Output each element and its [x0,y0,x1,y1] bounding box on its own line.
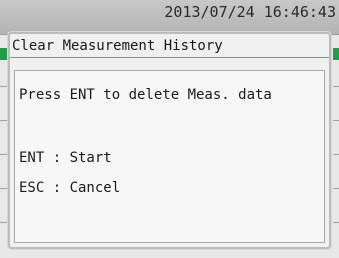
device-screen: 2013/07/24 16:46:43 Clear Measurement Hi… [0,0,339,258]
background-divider [333,154,339,155]
status-bar: 2013/07/24 16:46:43 [0,0,339,35]
background-accent-right [333,48,339,60]
ent-start-instruction: ENT : Start [19,150,112,166]
dialog-content-panel: Press ENT to delete Meas. data ENT : Sta… [14,70,325,243]
background-accent-left [0,48,8,60]
esc-cancel-instruction: ESC : Cancel [19,180,121,196]
background-divider [333,188,339,189]
background-divider [333,120,339,121]
delete-prompt-text: Press ENT to delete Meas. data [19,87,272,103]
title-divider [10,57,329,58]
background-divider [333,222,339,223]
dialog-title: Clear Measurement History [12,38,223,54]
background-divider [333,86,339,87]
datetime-display: 2013/07/24 16:46:43 [164,3,336,21]
clear-history-dialog: Clear Measurement History Press ENT to d… [8,32,331,249]
